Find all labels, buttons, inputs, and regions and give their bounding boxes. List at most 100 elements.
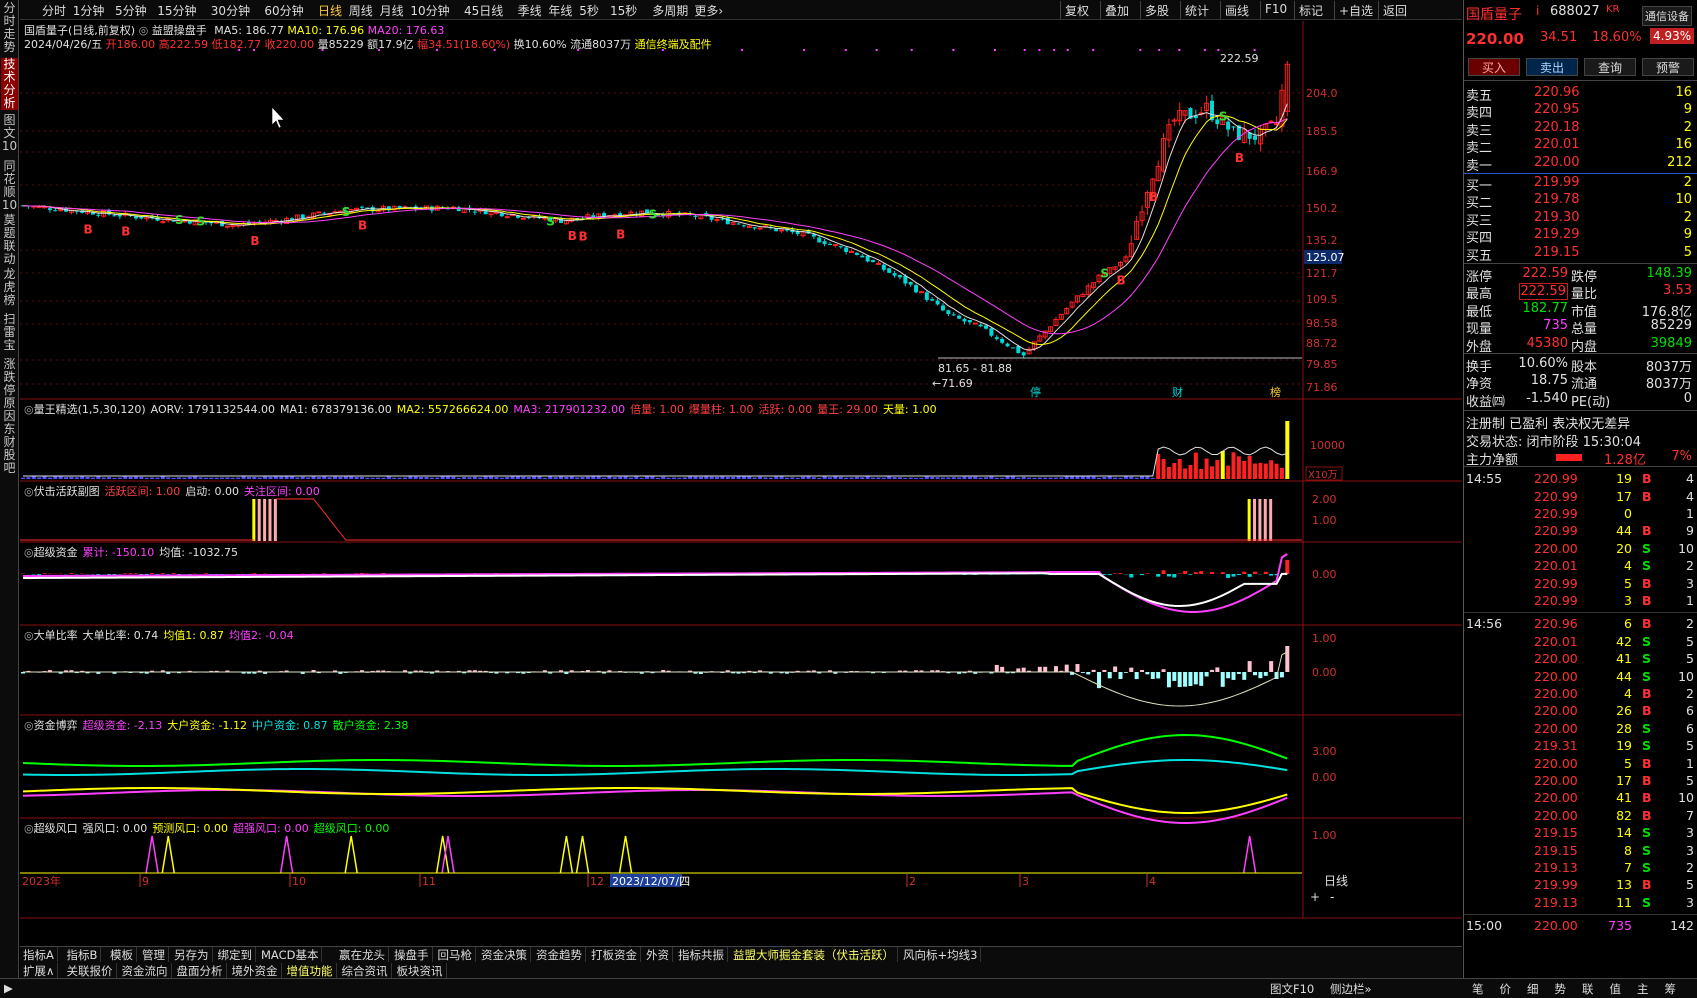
left-tab-5[interactable]: 龙虎榜 (1, 268, 18, 308)
top-action-5[interactable]: F10 (1260, 1, 1291, 19)
ext-tab-3[interactable]: 盘面分析 (174, 963, 227, 978)
ext-tab-4[interactable]: 境外资金 (229, 963, 282, 978)
trade-button-1[interactable]: 卖出 (1526, 58, 1578, 76)
indicator-tab-11[interactable]: 资金趋势 (533, 947, 586, 962)
indicator-tab-7[interactable]: 嬴在龙头 (336, 947, 389, 962)
indicator-tab-1[interactable]: 指标B (64, 947, 102, 962)
indicator-tab-10[interactable]: 资金决策 (478, 947, 531, 962)
ext-tab-2[interactable]: 资金流向 (119, 963, 172, 978)
period-16[interactable]: 更多› (694, 2, 723, 19)
status-item-4[interactable]: 联 (1582, 981, 1594, 997)
period-12[interactable]: 年线 (548, 2, 572, 19)
candle-body (499, 213, 504, 217)
ohlc-sector[interactable]: 通信终端及配件 (635, 38, 712, 51)
trade-button-3[interactable]: 预警 (1642, 58, 1694, 76)
stock-name[interactable]: 国盾量子 (1466, 4, 1522, 24)
pane-name[interactable]: 大单比率 (34, 629, 78, 642)
left-tab-2[interactable]: 图文10 (1, 114, 18, 154)
top-action-8[interactable]: 返回 (1378, 1, 1411, 19)
period-13[interactable]: 5秒 (579, 2, 599, 19)
indicator-tab-15[interactable]: 益盟大师掘金套装（伏击活跃） (730, 947, 898, 962)
period-8[interactable]: 月线 (380, 2, 404, 19)
period-1[interactable]: 1分钟 (73, 2, 105, 19)
status-item-6[interactable]: 主 (1637, 981, 1649, 997)
ext-tab-0[interactable]: 扩展∧ (20, 963, 59, 978)
left-tab-3[interactable]: 同花顺10 (1, 160, 18, 212)
status-item-2[interactable]: 细 (1527, 981, 1539, 997)
top-action-0[interactable]: 复权 (1060, 1, 1093, 19)
left-tab-1[interactable]: 技术分析 (1, 58, 18, 110)
left-tab-0[interactable]: 分时走势 (1, 2, 18, 54)
period-3[interactable]: 15分钟 (157, 2, 196, 19)
divider (1464, 353, 1697, 354)
top-action-4[interactable]: 画线 (1220, 1, 1253, 19)
pane-gear-icon[interactable]: ◎ (24, 629, 34, 642)
ext-tab-5[interactable]: 增值功能 (284, 963, 337, 978)
indicator-tab-8[interactable]: 操盘手 (391, 947, 433, 962)
tick-divider (1464, 913, 1697, 915)
indicator-tab-13[interactable]: 外资 (643, 947, 673, 962)
top-action-2[interactable]: 多股 (1140, 1, 1173, 19)
indicator-tab-6[interactable]: MACD基本 (258, 947, 323, 962)
top-action-1[interactable]: 叠加 (1100, 1, 1133, 19)
status-item-0[interactable]: 笔 (1472, 981, 1484, 997)
status-left-icon[interactable]: ▶ (4, 981, 13, 995)
pane-gear-icon[interactable]: ◎ (24, 403, 34, 416)
period-5[interactable]: 60分钟 (264, 2, 303, 19)
period-11[interactable]: 季线 (518, 2, 542, 19)
sector-button[interactable]: 通信设备 (1642, 6, 1692, 26)
indicator-tab-12[interactable]: 打板资金 (588, 947, 641, 962)
pane-name[interactable]: 资金博弈 (34, 719, 78, 732)
ext-tab-7[interactable]: 板块资讯 (394, 963, 447, 978)
period-6[interactable]: 日线 (318, 2, 342, 19)
period-4[interactable]: 30分钟 (211, 2, 250, 19)
left-tab-7[interactable]: 涨跌停原因 (1, 358, 18, 423)
ob-label: 卖三 (1466, 123, 1493, 139)
trade-button-0[interactable]: 买入 (1468, 58, 1520, 76)
period-9[interactable]: 10分钟 (410, 2, 449, 19)
status-item-7[interactable]: 筹 (1665, 981, 1677, 997)
top-action-7[interactable]: +自选 (1334, 1, 1377, 19)
period-10[interactable]: 45日线 (464, 2, 503, 19)
ext-tab-6[interactable]: 综合资讯 (339, 963, 392, 978)
indicator-tab-9[interactable]: 回马枪 (435, 947, 476, 962)
status-item-1[interactable]: 价 (1500, 981, 1512, 997)
pane-name[interactable]: 量王精选(1,5,30,120) (34, 403, 146, 416)
left-tab-4[interactable]: 莫题联动 (1, 214, 18, 266)
top-action-6[interactable]: 标记 (1294, 1, 1327, 19)
candle-body (504, 216, 510, 219)
pane-title-wind: ◎超级风口 强风口: 0.00 预测风口: 0.00 超强风口: 0.00 超级风口: … (24, 820, 389, 836)
indicator-tab-5[interactable]: 绑定到 (215, 947, 256, 962)
period-15[interactable]: 多周期 (652, 2, 688, 19)
kline-chart-area[interactable]: 204.0 185.5 166.9 150.2 135.2 121.7 109.5 98.58… (20, 21, 1462, 946)
pane-gear-icon[interactable]: ◎ (24, 485, 34, 498)
period-14[interactable]: 15秒 (610, 2, 637, 19)
pane-gear-icon[interactable]: ◎ (24, 719, 34, 732)
pane-gear-icon[interactable]: ◎ (24, 822, 34, 835)
period-2[interactable]: 5分钟 (115, 2, 147, 19)
indicator-tab-4[interactable]: 另存为 (171, 947, 213, 962)
status-item-5[interactable]: 值 (1610, 981, 1622, 997)
status-right-1[interactable]: 侧边栏» (1330, 981, 1372, 997)
pane-gear-icon[interactable]: ◎ (24, 546, 34, 559)
tick-count: 5 (1686, 773, 1694, 788)
status-right-0[interactable]: 图文F10 (1270, 981, 1314, 997)
period-7[interactable]: 周线 (349, 2, 373, 19)
indicator-tab-3[interactable]: 管理 (139, 947, 169, 962)
pane-name[interactable]: 超级风口 (34, 822, 78, 835)
top-action-3[interactable]: 统计 (1180, 1, 1213, 19)
pane-name[interactable]: 超级资金 (34, 546, 78, 559)
period-0[interactable]: 分时 (42, 2, 66, 19)
left-tab-8[interactable]: 东财股吧 (1, 423, 18, 475)
trade-button-2[interactable]: 查询 (1584, 58, 1636, 76)
ma10-line (22, 114, 1288, 346)
ext-tab-1[interactable]: 关联报价 (64, 963, 117, 978)
indicator-tab-2[interactable]: 模板 (107, 947, 137, 962)
left-tab-6[interactable]: 扫雷宝 (1, 313, 18, 353)
indicator-tab-0[interactable]: 指标A (20, 947, 58, 962)
indicator-tab-14[interactable]: 指标共振 (675, 947, 728, 962)
divider (1464, 410, 1697, 412)
pane-name[interactable]: 伏击活跃副图 (34, 485, 100, 498)
status-item-3[interactable]: 势 (1555, 981, 1567, 997)
indicator-tab-16[interactable]: 风向标+均线3 (900, 947, 982, 962)
